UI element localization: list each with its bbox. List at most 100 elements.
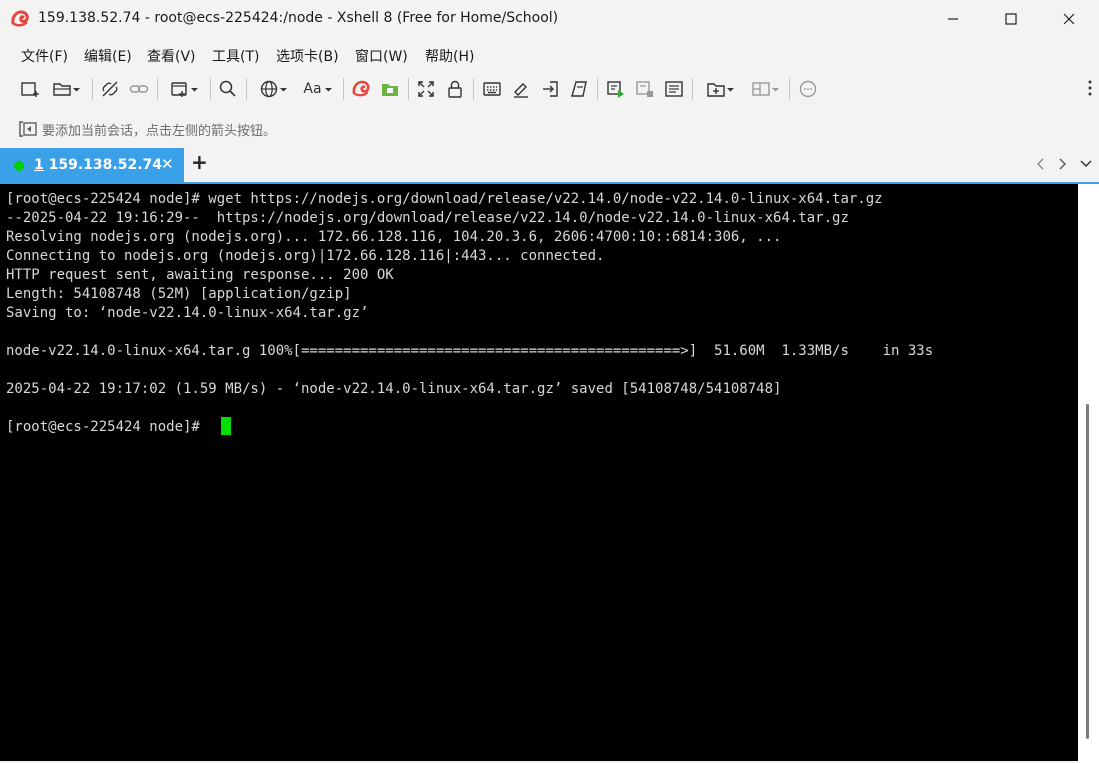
toolbar-divider [692, 78, 693, 100]
menu-window[interactable]: 窗口(W) [355, 46, 408, 66]
open-button[interactable] [46, 76, 86, 102]
terminal-line: [root@ecs-225424 node]# wget https://nod… [6, 191, 883, 207]
stop-script-icon [636, 81, 653, 97]
chevron-down-icon [324, 87, 332, 91]
chat-button[interactable] [796, 76, 820, 102]
font-icon: Aa [303, 81, 322, 97]
terminal-pane[interactable]: [root@ecs-225424 node]# wget https://nod… [0, 182, 1099, 763]
window-title: 159.138.52.74 - root@ecs-225424:/node - … [38, 10, 559, 26]
toolbar-divider [789, 78, 790, 100]
toolbar-divider [473, 78, 474, 100]
keyboard-button[interactable] [480, 76, 504, 102]
script-icon [571, 81, 587, 97]
toolbar-divider [408, 78, 409, 100]
xshell-button[interactable] [349, 76, 373, 102]
tab-label: 1 159.138.52.74 [34, 157, 162, 173]
terminal-line: Resolving nodejs.org (nodejs.org)... 172… [6, 229, 782, 245]
chevron-right-icon [1059, 158, 1066, 170]
log-button[interactable] [662, 76, 686, 102]
terminal-line: HTTP request sent, awaiting response... … [6, 267, 394, 283]
stop-script-button[interactable] [633, 76, 657, 102]
menu-file[interactable]: 文件(F) [21, 46, 68, 66]
layout-button[interactable] [745, 76, 785, 102]
reconnect-icon [129, 85, 149, 93]
minimize-icon [948, 18, 958, 20]
find-button[interactable] [216, 76, 240, 102]
new-tab-icon[interactable]: + [191, 150, 208, 174]
fullscreen-icon [418, 81, 434, 97]
chevron-down-icon [190, 87, 198, 91]
more-icon [1088, 80, 1092, 96]
tab-prev-button[interactable] [1035, 156, 1047, 175]
minimize-button[interactable] [924, 0, 982, 38]
menu-tools[interactable]: 工具(T) [212, 46, 259, 66]
title-bar: 159.138.52.74 - root@ecs-225424:/node - … [0, 0, 1099, 38]
toolbar-divider [597, 78, 598, 100]
close-window-button[interactable] [1040, 0, 1098, 38]
add-session-arrow-icon[interactable] [18, 120, 38, 138]
new-window-icon [170, 82, 187, 97]
terminal-cursor [221, 417, 231, 435]
globe-icon [260, 80, 277, 98]
add-tab-icon [706, 83, 725, 97]
xshell-icon [352, 80, 370, 97]
hint-text: 要添加当前会话，点击左侧的箭头按钮。 [42, 124, 277, 139]
menu-edit[interactable]: 编辑(E) [84, 46, 132, 66]
terminal-line: node-v22.14.0-linux-x64.tar.g 100%[=====… [6, 343, 934, 359]
terminal-line: --2025-04-22 19:16:29-- https://nodejs.o… [6, 210, 849, 226]
menu-tabs[interactable]: 选项卡(B) [276, 46, 339, 66]
fullscreen-button[interactable] [414, 76, 438, 102]
session-hint-bar: 要添加当前会话，点击左侧的箭头按钮。 [0, 112, 1099, 146]
tab-host: 159.138.52.74 [43, 157, 162, 173]
close-icon [1063, 13, 1075, 25]
disconnect-button[interactable] [98, 76, 122, 102]
run-script-icon [607, 81, 624, 98]
chevron-down-icon [279, 87, 287, 91]
reconnect-button[interactable] [127, 76, 151, 102]
highlight-icon [514, 83, 528, 98]
scrollbar-thumb[interactable] [1086, 404, 1089, 739]
chevron-left-icon [1037, 158, 1044, 170]
lock-button[interactable] [443, 76, 467, 102]
toolbar-divider [92, 78, 93, 100]
chevron-down-icon [1080, 160, 1092, 168]
maximize-button[interactable] [982, 0, 1040, 38]
menu-help[interactable]: 帮助(H) [425, 46, 474, 66]
new-window-button[interactable] [163, 76, 205, 102]
xftp-icon [382, 84, 398, 96]
tab-bar: 1 159.138.52.74 ✕ + [0, 146, 1099, 182]
chat-icon [799, 80, 817, 98]
menu-bar: 文件(F) 编辑(E) 查看(V) 工具(T) 选项卡(B) 窗口(W) 帮助(… [0, 38, 1099, 70]
toolbar-divider [157, 78, 158, 100]
chevron-down-icon [726, 87, 734, 91]
xshell-logo-icon [11, 10, 29, 27]
transfer-button[interactable] [538, 76, 562, 102]
xftp-button[interactable] [378, 76, 402, 102]
toolbar-divider [343, 78, 344, 100]
terminal-output: [root@ecs-225424 node]# wget https://nod… [6, 190, 933, 437]
terminal-line: Connecting to nodejs.org (nodejs.org)|17… [6, 248, 605, 264]
more-options-button[interactable] [1087, 78, 1093, 102]
encoding-button[interactable] [252, 76, 294, 102]
terminal-line: 2025-04-22 19:17:02 (1.59 MB/s) - ‘node-… [6, 381, 782, 397]
vertical-scrollbar[interactable] [1078, 184, 1099, 763]
font-button[interactable]: Aa [298, 76, 338, 102]
chevron-down-icon [72, 87, 80, 91]
maximize-icon [1005, 13, 1017, 25]
script-button[interactable] [567, 76, 591, 102]
tab-list-button[interactable] [1079, 156, 1093, 175]
terminal-line: [root@ecs-225424 node]# [6, 419, 209, 435]
terminal-line: Saving to: ‘node-v22.14.0-linux-x64.tar.… [6, 305, 369, 321]
run-script-button[interactable] [604, 76, 628, 102]
tab-close-icon[interactable]: ✕ [161, 155, 174, 173]
toolbar-divider [246, 78, 247, 100]
add-tab-button[interactable] [700, 76, 740, 102]
chevron-down-icon [771, 87, 779, 91]
highlight-button[interactable] [509, 76, 533, 102]
layout-icon [751, 82, 770, 96]
menu-view[interactable]: 查看(V) [147, 46, 196, 66]
new-session-button[interactable] [18, 76, 42, 102]
tab-next-button[interactable] [1056, 156, 1068, 175]
lock-icon [448, 80, 462, 98]
tab-session-1[interactable]: 1 159.138.52.74 ✕ [0, 148, 184, 182]
